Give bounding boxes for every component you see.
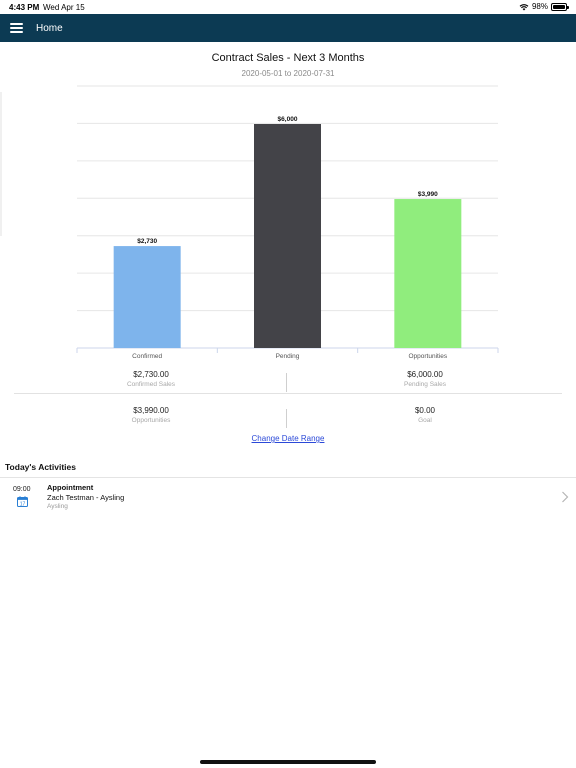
- activity-time: 09:00: [13, 486, 31, 493]
- bar-data-label: $3,990: [418, 191, 438, 198]
- summary-divider: [286, 373, 287, 392]
- todays-activities-heading: Today's Activities: [5, 462, 76, 472]
- bar-data-label: $2,730: [137, 238, 157, 245]
- change-date-range-link[interactable]: Change Date Range: [0, 434, 576, 443]
- goal-value: $0.00: [414, 406, 436, 415]
- activity-company: Aysling: [47, 503, 68, 510]
- nav-title: Home: [36, 22, 63, 34]
- calendar-day: 17: [20, 501, 26, 507]
- calendar-icon: 17: [17, 496, 28, 507]
- opportunities-value: $3,990.00: [133, 406, 169, 415]
- hamburger-menu-icon[interactable]: [10, 23, 23, 33]
- x-tick-label: Confirmed: [132, 353, 162, 360]
- chart-title: Contract Sales - Next 3 Months: [211, 52, 365, 64]
- x-tick-label: Pending: [276, 353, 300, 360]
- activity-person: Zach Testman - Aysling: [47, 493, 125, 502]
- bar-data-label: $6,000: [278, 116, 298, 123]
- summary-divider: [286, 409, 287, 428]
- battery-icon: [551, 2, 569, 11]
- goal-label: Goal: [418, 417, 432, 424]
- home-indicator[interactable]: [200, 760, 376, 764]
- nav-bar: Home: [0, 14, 576, 42]
- opportunities-cell: $3,990.00 Opportunities: [14, 400, 288, 436]
- bar-confirmed: [113, 246, 181, 348]
- pending-sales-label: Pending Sales: [404, 381, 446, 388]
- bar-pending: [254, 124, 321, 348]
- battery-percent: 98%: [531, 2, 548, 11]
- sales-bar-chart: $2,730 Confirmed $6,000 Pending $3,990 Opport…: [76, 85, 499, 360]
- summary-separator: [14, 393, 562, 394]
- chevron-right-icon: [562, 491, 569, 503]
- bar-opportunities: [394, 199, 462, 348]
- activity-item[interactable]: 09:00 17 Appointment Zach Testman - Aysl…: [0, 478, 576, 518]
- activity-type: Appointment: [47, 483, 94, 492]
- chart-subtitle: 2020-05-01 to 2020-07-31: [241, 69, 335, 78]
- status-bar: 4:43 PM Wed Apr 15 98%: [0, 0, 576, 14]
- status-time: 4:43 PM: [9, 3, 40, 12]
- summary-row-2: $3,990.00 Opportunities $0.00 Goal: [14, 400, 562, 436]
- confirmed-sales-value: $2,730.00: [133, 370, 169, 379]
- opportunities-label: Opportunities: [131, 417, 171, 424]
- status-date: Wed Apr 15: [43, 3, 85, 12]
- pending-sales-cell: $6,000.00 Pending Sales: [288, 364, 562, 400]
- confirmed-sales-cell: $2,730.00 Confirmed Sales: [14, 364, 288, 400]
- status-right: 98%: [519, 2, 569, 11]
- goal-cell: $0.00 Goal: [288, 400, 562, 436]
- wifi-icon: [519, 3, 529, 10]
- x-tick-label: Opportunities: [408, 353, 447, 360]
- confirmed-sales-label: Confirmed Sales: [126, 381, 176, 388]
- pending-sales-value: $6,000.00: [407, 370, 443, 379]
- summary-row-1: $2,730.00 Confirmed Sales $6,000.00 Pend…: [14, 364, 562, 400]
